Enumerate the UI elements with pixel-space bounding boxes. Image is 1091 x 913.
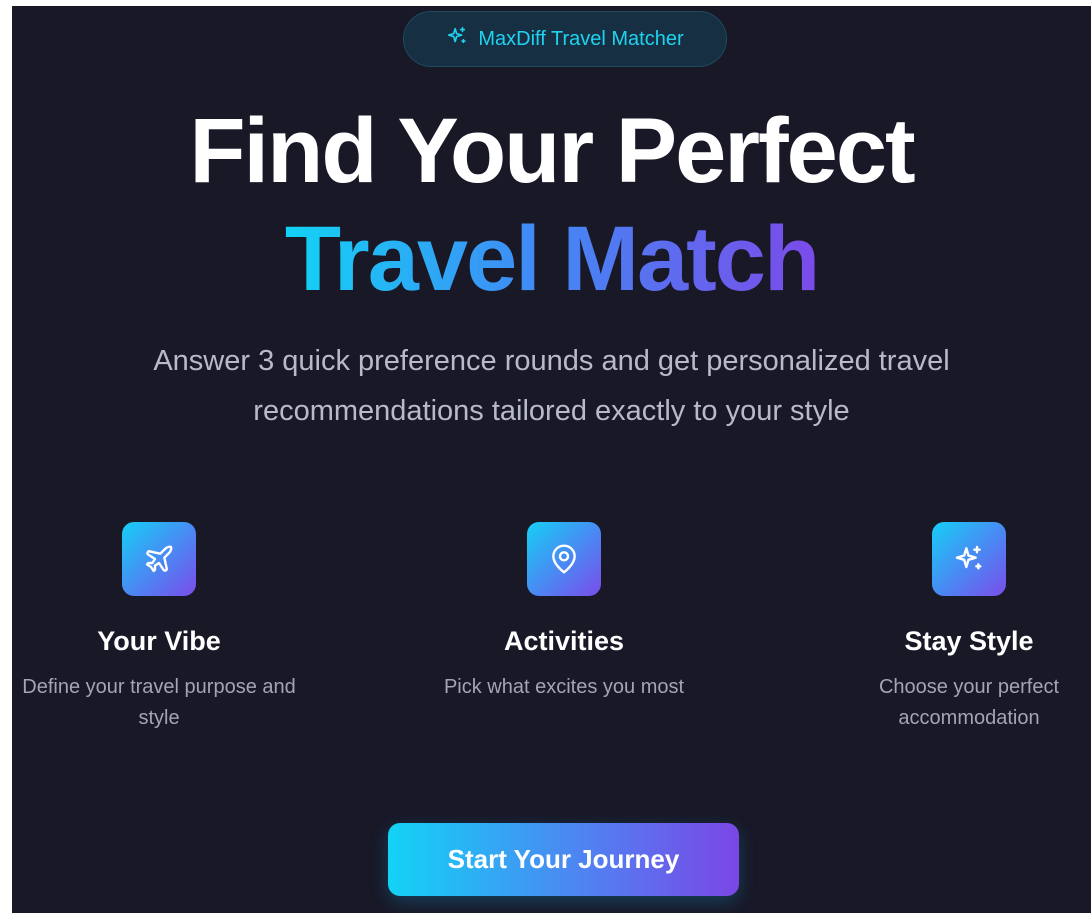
- hero-subtitle: Answer 3 quick preference rounds and get…: [153, 345, 950, 427]
- start-journey-button[interactable]: Start Your Journey: [388, 823, 739, 896]
- landing-page: MaxDiff Travel Matcher Find Your Perfect…: [12, 6, 1091, 913]
- feature-title: Your Vibe: [97, 626, 221, 656]
- feature-title: Stay Style: [904, 626, 1034, 656]
- feature-description: Pick what excites you most: [443, 676, 685, 698]
- map-pin-icon: [527, 522, 601, 596]
- feature-title: Activities: [503, 626, 625, 656]
- sparkles-icon: [932, 522, 1006, 596]
- plane-icon: [122, 522, 196, 596]
- feature-stay-style: Stay Style Choose your perfect accommoda…: [819, 522, 1091, 734]
- feature-activities: Activities Pick what excites you most: [414, 522, 714, 703]
- hero-title-line2: Travel Match: [12, 204, 1091, 314]
- hero-title-line1: Find Your Perfect: [189, 100, 915, 202]
- feature-your-vibe: Your Vibe Define your travel purpose and…: [12, 522, 309, 734]
- hero-title-highlight: Travel Match: [284, 208, 820, 310]
- app-badge: MaxDiff Travel Matcher: [403, 11, 727, 67]
- feature-description: Choose your perfect accommodation: [878, 676, 1060, 729]
- feature-description: Define your travel purpose and style: [22, 676, 296, 729]
- sparkles-icon: [446, 25, 468, 53]
- badge-label: MaxDiff Travel Matcher: [478, 27, 684, 50]
